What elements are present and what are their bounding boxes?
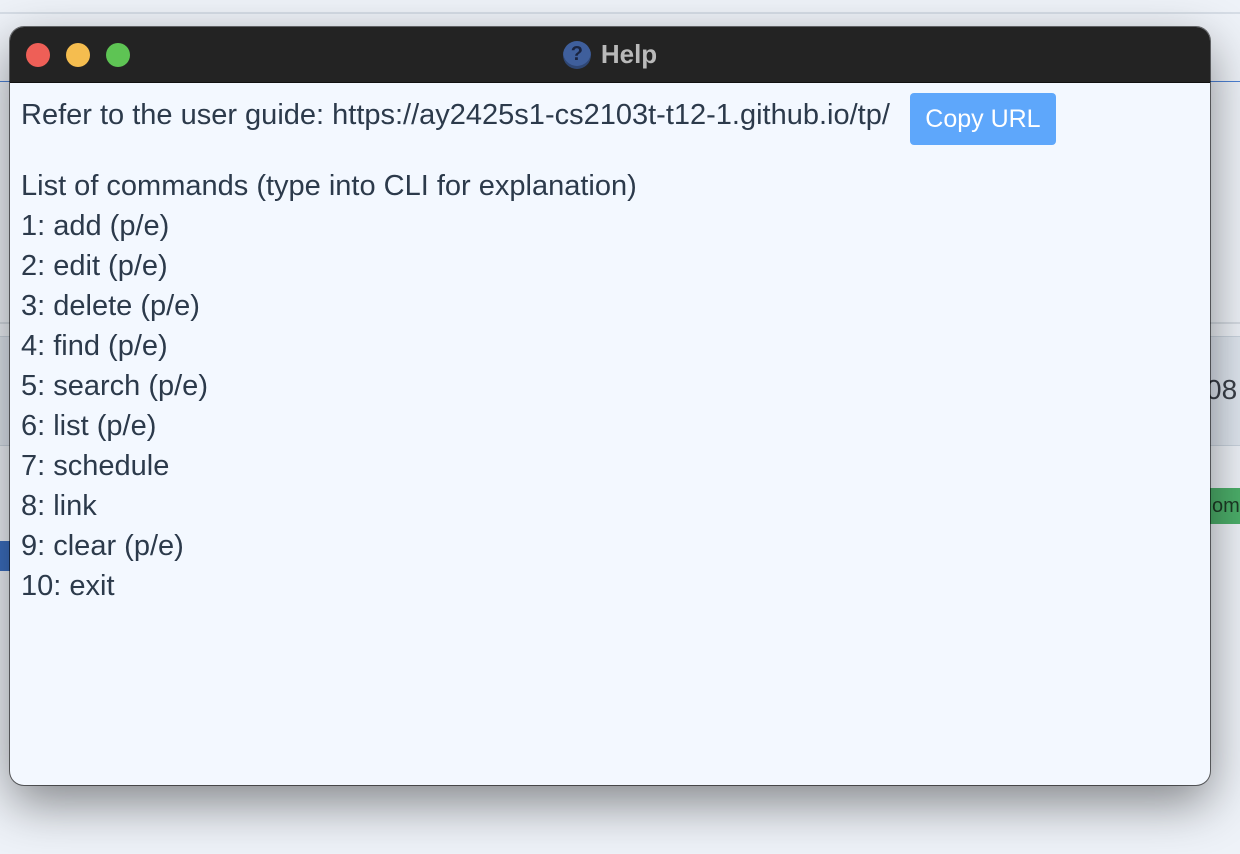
user-guide-row: Refer to the user guide: https://ay2425s…: [21, 91, 1210, 145]
command-item: 2: edit (p/e): [21, 250, 168, 282]
commands-heading: List of commands (type into CLI for expl…: [21, 170, 637, 202]
command-item: 4: find (p/e): [21, 330, 168, 362]
command-item: 5: search (p/e): [21, 370, 208, 402]
help-window: ? Help Refer to the user guide: https://…: [10, 27, 1210, 785]
background-text-fragment: 08: [1206, 374, 1238, 405]
command-item: 10: exit: [21, 570, 115, 602]
command-item: 9: clear (p/e): [21, 530, 184, 562]
command-item: 6: list (p/e): [21, 410, 157, 442]
commands-list: List of commands (type into CLI for expl…: [21, 166, 1210, 606]
command-item: 1: add (p/e): [21, 210, 170, 242]
question-icon: ?: [562, 40, 591, 69]
background-divider: [0, 12, 1240, 14]
copy-url-button[interactable]: Copy URL: [909, 93, 1056, 145]
command-item: 7: schedule: [21, 450, 170, 482]
user-guide-text: Refer to the user guide: https://ay2425s…: [21, 98, 890, 131]
help-content: Refer to the user guide: https://ay2425s…: [21, 89, 1210, 785]
title-bar[interactable]: ? Help: [10, 27, 1210, 83]
command-item: 3: delete (p/e): [21, 290, 200, 322]
background-status-badge: omp: [1206, 488, 1240, 524]
command-item: 8: link: [21, 490, 97, 522]
window-title: Help: [600, 39, 658, 69]
